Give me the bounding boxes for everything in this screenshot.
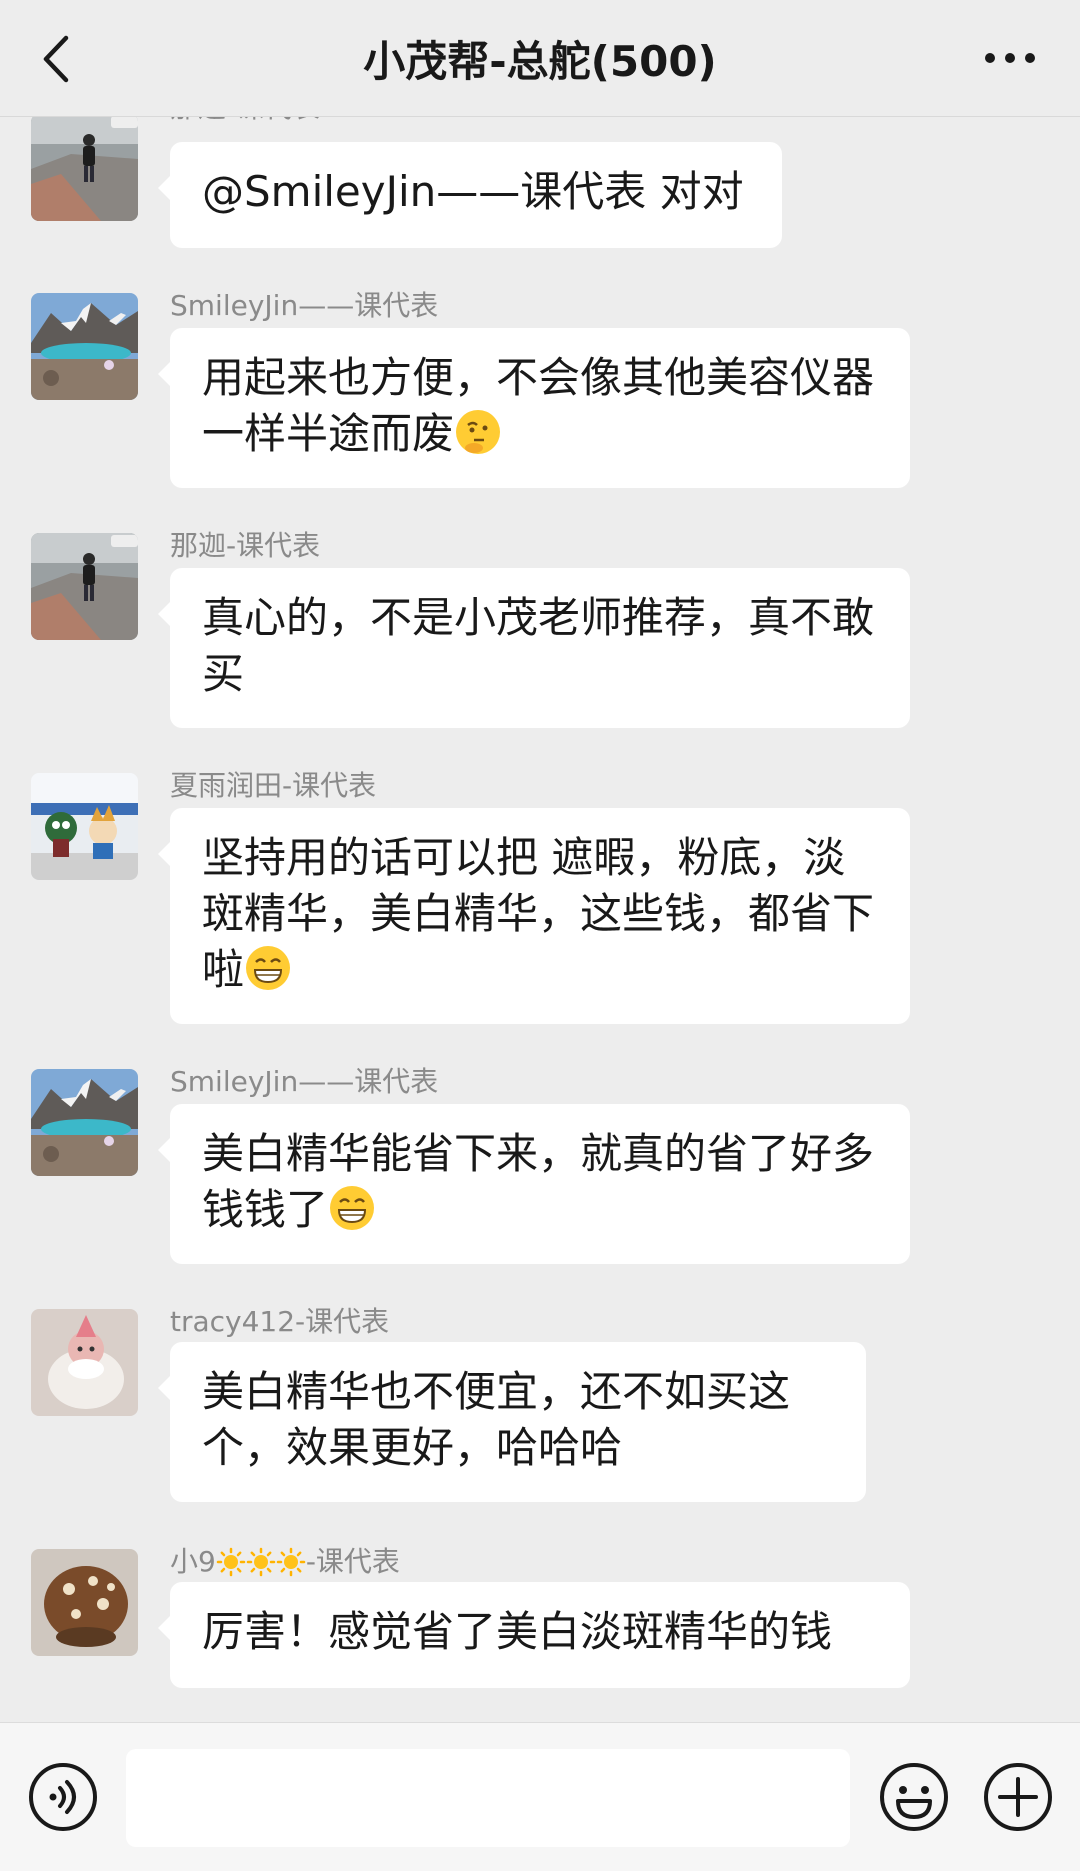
avatar[interactable] [31, 1069, 138, 1176]
avatar-smileyjin-image [31, 293, 138, 400]
avatar[interactable] [31, 533, 138, 640]
sender-name: tracy412-课代表 [170, 1305, 390, 1338]
message-list[interactable]: 那迦-课代表 @SmileyJin——课代表 对对 SmileyJin——课代表… [0, 0, 1080, 1722]
sender-name: 那迦-课代表 [170, 529, 321, 562]
avatar-xiayu-image [31, 773, 138, 880]
message-bubble[interactable]: @SmileyJin——课代表 对对 [158, 142, 782, 248]
sun-icon [276, 1547, 306, 1577]
avatar[interactable] [31, 1549, 138, 1656]
message-text: 厉害！感觉省了美白淡斑精华的钱 [202, 1607, 833, 1656]
grinning-face-icon [244, 944, 292, 992]
avatar-xiao9-image [31, 1549, 138, 1656]
message-bubble[interactable]: 美白精华也不便宜，还不如买这个，效果更好，哈哈哈 [158, 1342, 866, 1502]
message-text: 用起来也方便，不会像其他美容仪器一样半途而废 [202, 353, 875, 458]
avatar-naja-image [31, 114, 138, 221]
avatar-naja-image [31, 533, 138, 640]
avatar[interactable] [31, 293, 138, 400]
message-text: 坚持用的话可以把 遮暇，粉底，淡斑精华，美白精华，这些钱，都省下啦 [202, 833, 875, 994]
avatar[interactable] [31, 773, 138, 880]
sender-name: SmileyJin——课代表 [170, 289, 439, 322]
message-bubble[interactable]: 真心的，不是小茂老师推荐，真不敢买 [158, 568, 910, 728]
avatar-smileyjin-image [31, 1069, 138, 1176]
message-text: 美白精华也不便宜，还不如买这个，效果更好，哈哈哈 [202, 1367, 791, 1472]
avatar[interactable] [31, 114, 138, 221]
sender-name-suffix: -课代表 [305, 1545, 400, 1578]
sender-name: 小9 -课代表 [170, 1540, 400, 1580]
plus-icon[interactable] [982, 1761, 1054, 1833]
emoji-icon[interactable] [878, 1761, 950, 1833]
message-text: 美白精华能省下来，就真的省了好多钱钱了 [202, 1129, 875, 1234]
message-bubble[interactable]: 用起来也方便，不会像其他美容仪器一样半途而废 [158, 328, 910, 488]
nav-bar: 小茂帮-总舵(500) [0, 0, 1080, 117]
sender-name-prefix: 小9 [170, 1545, 216, 1578]
avatar[interactable] [31, 1309, 138, 1416]
thinking-face-icon [454, 408, 502, 456]
page-title: 小茂帮-总舵(500) [363, 37, 717, 86]
message-text: @SmileyJin——课代表 对对 [202, 167, 744, 216]
voice-icon[interactable] [27, 1761, 99, 1833]
sun-icon [246, 1547, 276, 1577]
sender-name: SmileyJin——课代表 [170, 1065, 439, 1098]
message-input[interactable] [126, 1749, 850, 1847]
avatar-tracy-image [31, 1309, 138, 1416]
sun-icon [216, 1547, 246, 1577]
message-bubble[interactable]: 厉害！感觉省了美白淡斑精华的钱 [158, 1582, 910, 1688]
message-text: 真心的，不是小茂老师推荐，真不敢买 [202, 593, 875, 698]
grinning-face-icon [328, 1184, 376, 1232]
message-bubble[interactable]: 坚持用的话可以把 遮暇，粉底，淡斑精华，美白精华，这些钱，都省下啦 [158, 808, 910, 1024]
sender-name: 夏雨润田-课代表 [170, 769, 377, 802]
input-bar [0, 1722, 1080, 1871]
message-bubble[interactable]: 美白精华能省下来，就真的省了好多钱钱了 [158, 1104, 910, 1264]
more-icon[interactable] [980, 48, 1040, 68]
